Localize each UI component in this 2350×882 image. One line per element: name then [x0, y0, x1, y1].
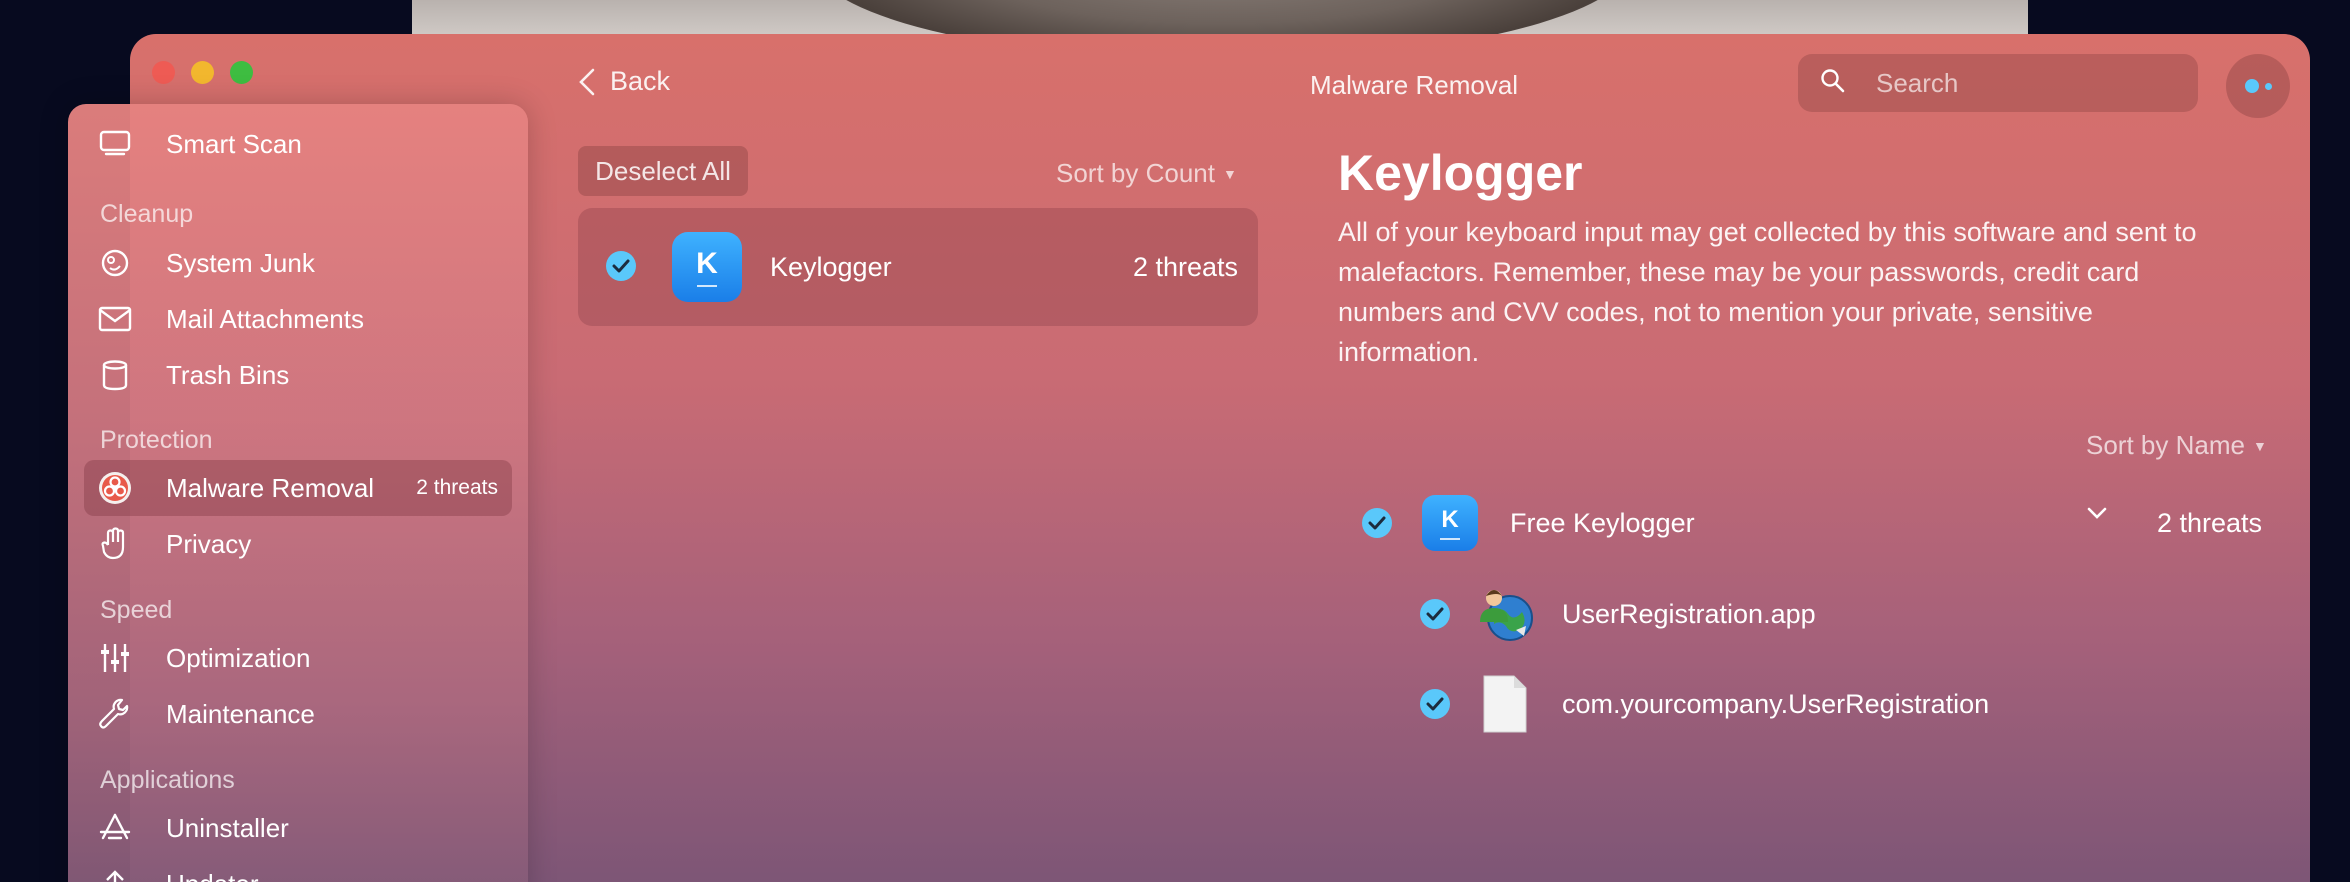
threat-name: Keylogger [770, 252, 892, 282]
detail-description: All of your keyboard input may get colle… [1338, 217, 2197, 367]
wrench-icon [84, 698, 146, 730]
sidebar-item-label: Privacy [166, 528, 252, 559]
app-name: Free Keylogger [1510, 507, 1695, 538]
system-junk-icon [84, 246, 146, 280]
sliders-icon [84, 642, 146, 674]
checkmark-icon[interactable] [606, 251, 636, 281]
assistant-button[interactable] [2226, 54, 2290, 118]
detail-title: Keylogger [1338, 145, 1583, 201]
triangle-down-icon: ▼ [1222, 165, 1237, 182]
threat-list-item[interactable]: K Keylogger 2 threats [578, 208, 1258, 326]
chevron-down-icon[interactable] [2086, 506, 2108, 525]
search-icon [1820, 68, 1846, 99]
sidebar: Smart Scan Cleanup System Junk Mail Atta… [68, 104, 528, 882]
hand-icon [84, 527, 146, 561]
app-store-icon [84, 812, 146, 844]
keylogger-app-icon: K [672, 232, 742, 302]
globe-person-icon [1476, 584, 1536, 644]
minimize-button[interactable] [191, 61, 214, 84]
update-arrow-icon [84, 868, 146, 882]
close-button[interactable] [152, 61, 175, 84]
biohazard-icon [84, 470, 146, 506]
triangle-down-icon: ▼ [2252, 437, 2267, 454]
sidebar-item-malware-removal[interactable]: Malware Removal 2 threats [84, 460, 512, 516]
sidebar-item-label: Mail Attachments [166, 303, 364, 334]
monitor-icon [84, 129, 146, 159]
file-row[interactable]: com.yourcompany.UserRegistration [1420, 672, 1989, 736]
file-name: com.yourcompany.UserRegistration [1562, 688, 1990, 719]
trash-icon [84, 359, 146, 391]
sidebar-item-mail-attachments[interactable]: Mail Attachments [84, 291, 512, 347]
back-button[interactable]: Back [578, 66, 670, 97]
assistant-dot-icon [2264, 82, 2272, 90]
threat-count: 2 threats [1132, 252, 1238, 282]
zoom-button[interactable] [230, 61, 253, 84]
window-controls [152, 61, 253, 84]
sidebar-item-label: System Junk [166, 247, 315, 278]
sidebar-item-trash-bins[interactable]: Trash Bins [84, 347, 512, 403]
chevron-left-icon [579, 68, 595, 95]
sidebar-item-label: Maintenance [166, 698, 315, 729]
section-applications: Applications [100, 766, 235, 794]
document-icon [1480, 674, 1530, 734]
sidebar-item-maintenance[interactable]: Maintenance [84, 686, 512, 742]
window-title: Malware Removal [1310, 70, 1519, 100]
search-box[interactable] [1798, 54, 2198, 112]
threat-count-badge: 2 threats [416, 476, 498, 499]
sort-by-name-dropdown[interactable]: Sort by Name ▼ [2086, 430, 2267, 461]
sort-label: Sort by Name [2086, 430, 2245, 460]
file-name: UserRegistration.app [1562, 598, 1816, 629]
sidebar-item-optimization[interactable]: Optimization [84, 630, 512, 686]
checkmark-icon[interactable] [1420, 599, 1450, 629]
sidebar-item-label: Optimization [166, 642, 311, 673]
section-speed: Speed [100, 596, 173, 624]
sort-by-count-dropdown[interactable]: Sort by Count ▼ [1056, 158, 1237, 189]
sidebar-item-updater[interactable]: Updater [84, 856, 512, 882]
assistant-dot-icon [2244, 79, 2259, 93]
app-threat-count: 2 threats [2156, 508, 2262, 538]
sidebar-item-privacy[interactable]: Privacy [84, 516, 512, 572]
checkmark-icon[interactable] [1362, 508, 1392, 538]
section-cleanup: Cleanup [100, 200, 194, 228]
sort-label: Sort by Count [1056, 158, 1215, 188]
detail-app-row[interactable]: K Free Keylogger 2 threats [1362, 494, 2262, 552]
sidebar-item-label: Malware Removal [166, 472, 375, 503]
envelope-icon [84, 306, 146, 332]
sidebar-item-label: Smart Scan [166, 128, 302, 159]
search-input[interactable] [1876, 67, 2176, 99]
file-row[interactable]: UserRegistration.app [1420, 582, 1816, 646]
sidebar-item-uninstaller[interactable]: Uninstaller [84, 800, 512, 856]
sidebar-item-smart-scan[interactable]: Smart Scan [84, 116, 512, 172]
back-label: Back [610, 66, 671, 96]
sidebar-item-label: Uninstaller [166, 812, 289, 843]
sidebar-item-label: Updater [166, 869, 259, 882]
section-protection: Protection [100, 426, 213, 454]
sidebar-item-system-junk[interactable]: System Junk [84, 235, 512, 291]
sidebar-item-label: Trash Bins [166, 359, 290, 390]
free-keylogger-app-icon: K [1422, 495, 1478, 551]
deselect-all-button[interactable]: Deselect All [578, 146, 748, 196]
checkmark-icon[interactable] [1420, 689, 1450, 719]
